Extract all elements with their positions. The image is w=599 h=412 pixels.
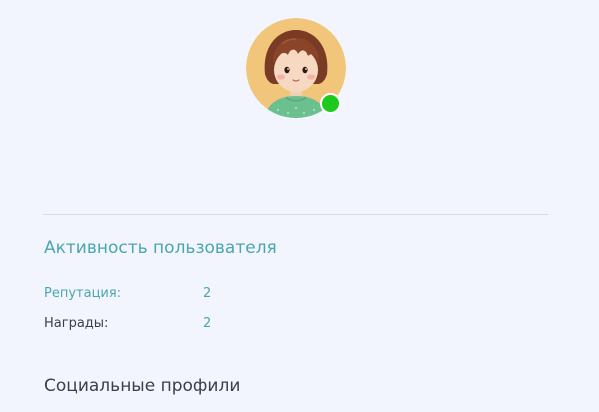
social-profiles-title: Социальные профили [44,376,241,396]
user-profile-page: Активность пользователя Репутация: 2 Наг… [0,0,599,412]
online-status-indicator [320,93,341,114]
reputation-label: Репутация: [44,286,122,301]
avatar-container [246,18,346,118]
awards-label: Награды: [44,316,109,331]
section-divider [43,214,548,215]
activity-section-title: Активность пользователя [44,238,277,258]
awards-value[interactable]: 2 [203,316,211,331]
reputation-value: 2 [203,286,212,301]
